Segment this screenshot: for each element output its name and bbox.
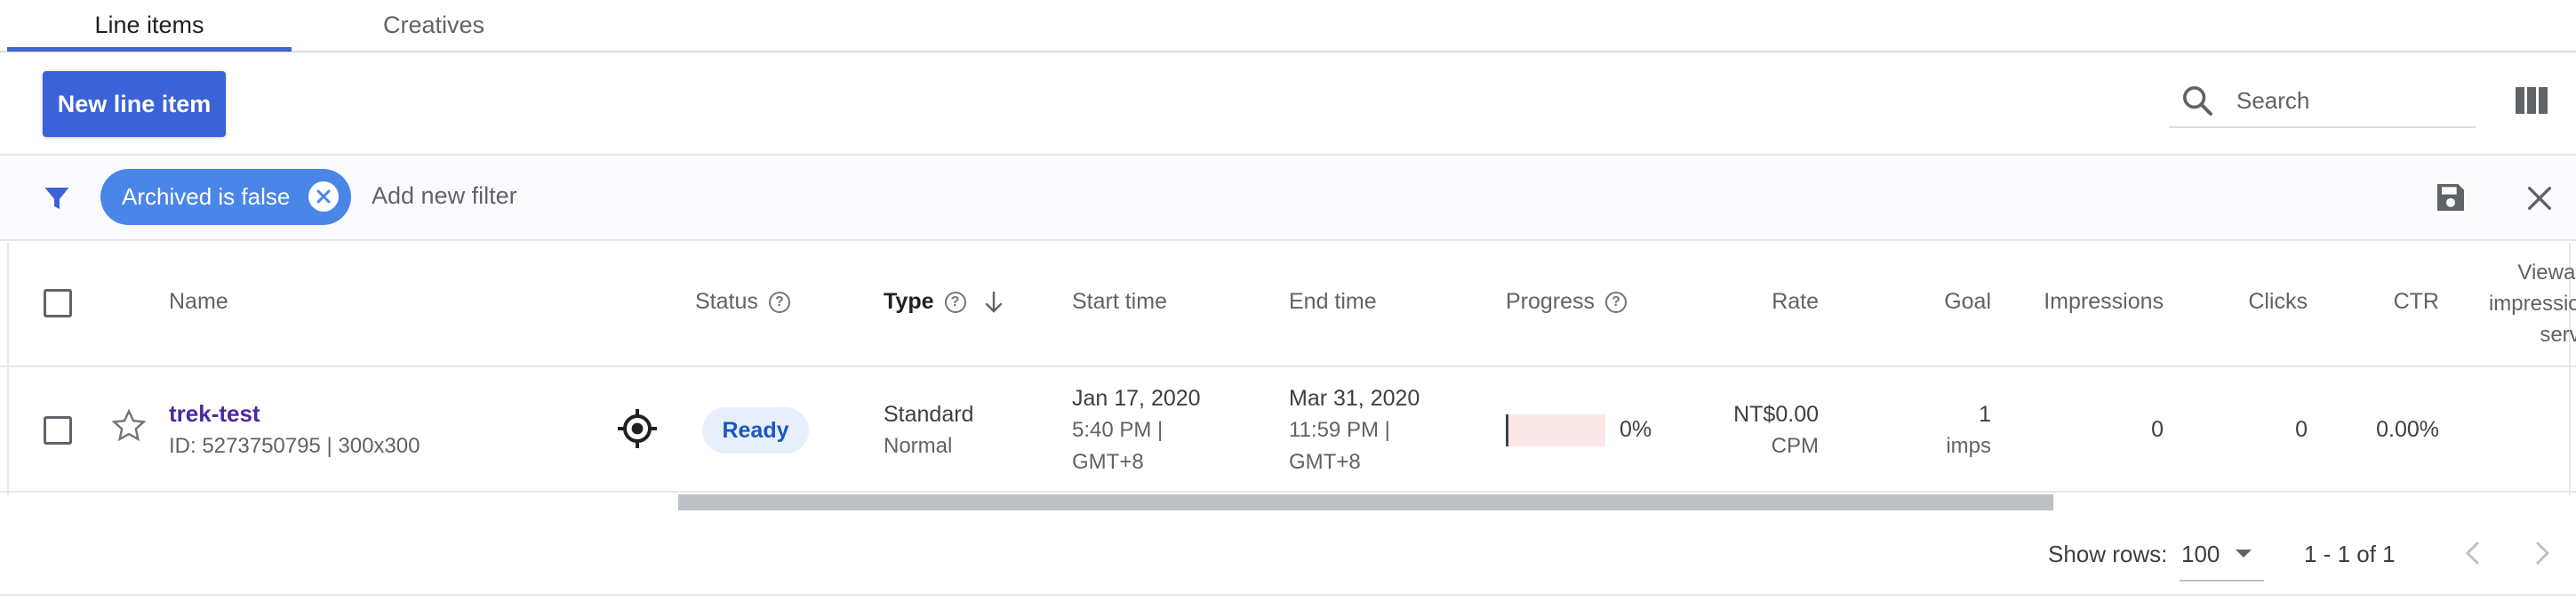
header-viewable-line: impression (2488, 292, 2576, 316)
goal-unit: imps (1946, 434, 1991, 458)
show-rows-label: Show rows: (2048, 541, 2168, 567)
type-value: Standard (884, 402, 974, 427)
header-rate[interactable]: Rate (1689, 289, 1819, 315)
target-icon[interactable] (616, 407, 659, 450)
rate-unit: CPM (1771, 434, 1819, 458)
end-timezone: GMT+8 (1289, 450, 1361, 474)
select-all-checkbox[interactable] (44, 289, 72, 317)
search-icon[interactable] (2180, 83, 2215, 118)
goal-value: 1 (1979, 402, 1991, 427)
help-icon[interactable]: ? (768, 292, 790, 314)
line-item-id: ID: 5273750795 | 300x300 (169, 434, 420, 458)
header-progress[interactable]: Progress? (1506, 289, 1628, 315)
header-clicks[interactable]: Clicks (2178, 289, 2308, 315)
pagination-range: 1 - 1 of 1 (2304, 541, 2396, 567)
search-input[interactable] (2235, 85, 2457, 116)
start-time: 5:40 PM | (1072, 418, 1164, 442)
progress-value: 0% (1620, 417, 1652, 442)
rows-per-page-value: 100 (2181, 540, 2220, 567)
active-tab-indicator (7, 47, 292, 52)
row-checkbox[interactable] (44, 416, 72, 445)
header-viewable-line: Viewabl (2517, 261, 2576, 285)
header-viewable-line: serve (2540, 323, 2576, 347)
subtype-value: Normal (884, 434, 953, 458)
chevron-left-icon[interactable] (2460, 539, 2485, 567)
rate-value: NT$0.00 (1733, 402, 1819, 427)
star-icon[interactable] (110, 407, 148, 445)
header-status-label: Status (695, 289, 758, 314)
header-ctr[interactable]: CTR (2329, 289, 2439, 315)
header-name[interactable]: Name (169, 289, 228, 315)
close-icon[interactable] (2524, 183, 2555, 213)
tab-line-items[interactable]: Line items (7, 0, 292, 51)
start-timezone: GMT+8 (1072, 450, 1144, 474)
header-type-label: Type (884, 289, 934, 314)
column-settings-icon[interactable] (2516, 87, 2548, 114)
header-type[interactable]: Type? (884, 289, 1004, 315)
header-viewable-impressions[interactable]: Viewabl impression serve (2459, 257, 2576, 355)
end-time: 11:59 PM | (1289, 418, 1390, 442)
impressions-value: 0 (2151, 417, 2164, 442)
chevron-right-icon[interactable] (2530, 539, 2555, 567)
horizontal-scrollbar[interactable] (678, 494, 2053, 510)
header-impressions[interactable]: Impressions (2036, 289, 2164, 315)
status-badge: Ready (702, 407, 809, 453)
save-icon[interactable] (2433, 180, 2468, 215)
header-end-time[interactable]: End time (1289, 289, 1377, 315)
tab-creatives[interactable]: Creatives (345, 0, 523, 51)
sort-arrow-down-icon[interactable] (984, 291, 1004, 314)
end-date: Mar 31, 2020 (1289, 386, 1420, 411)
filter-chip-label: Archived is false (122, 183, 291, 210)
header-start-time[interactable]: Start time (1072, 289, 1167, 315)
search-box[interactable] (2169, 75, 2476, 128)
header-progress-label: Progress (1506, 289, 1596, 314)
help-icon[interactable]: ? (944, 292, 966, 314)
header-goal[interactable]: Goal (1902, 289, 1991, 315)
rows-per-page-select[interactable]: 100 (2180, 528, 2264, 582)
filter-chip-archived[interactable]: Archived is false (100, 169, 351, 225)
new-line-item-button[interactable]: New line item (43, 71, 226, 137)
remove-filter-icon[interactable] (308, 181, 339, 212)
header-status[interactable]: Status? (695, 289, 790, 315)
clicks-value: 0 (2295, 417, 2308, 442)
add-new-filter-link[interactable]: Add new filter (372, 182, 517, 210)
filter-icon[interactable] (41, 182, 73, 214)
ctr-value: 0.00% (2376, 417, 2439, 442)
line-item-name-link[interactable]: trek-test (169, 400, 260, 428)
dropdown-arrow-icon (2236, 550, 2252, 558)
progress-bar (1506, 414, 1605, 446)
start-date: Jan 17, 2020 (1072, 386, 1201, 411)
help-icon[interactable]: ? (1605, 292, 1628, 314)
